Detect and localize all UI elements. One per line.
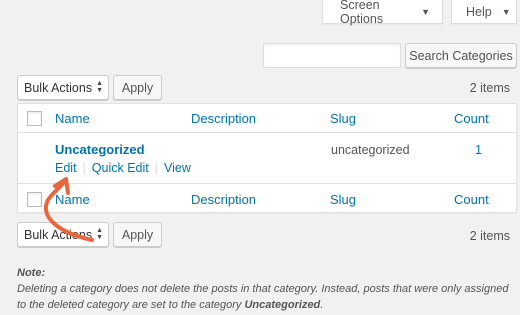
select-all-checkbox[interactable]	[27, 111, 42, 126]
edit-link[interactable]: Edit	[55, 161, 77, 175]
apply-button-top[interactable]: Apply	[113, 75, 162, 100]
screen-options-button[interactable]: Screen Options ▼	[322, 0, 443, 26]
category-count-link[interactable]: 1	[475, 143, 482, 157]
view-link[interactable]: View	[164, 161, 191, 175]
items-count-bottom: 2 items	[469, 229, 510, 243]
category-name-link[interactable]: Uncategorized	[55, 142, 145, 157]
column-description-footer[interactable]: Description	[191, 192, 256, 207]
note-text-end: .	[320, 299, 324, 311]
note-body: Deleting a category does not delete the …	[17, 281, 517, 313]
caret-down-icon: ▼	[501, 6, 511, 17]
apply-button-bottom[interactable]: Apply	[113, 222, 162, 247]
column-slug-footer[interactable]: Slug	[330, 192, 356, 207]
column-count[interactable]: Count	[454, 111, 489, 126]
table-header: Name Description Slug Count	[18, 104, 516, 133]
caret-down-icon: ▼	[421, 6, 430, 17]
bulk-actions-value: Bulk Actions	[24, 80, 93, 95]
categories-table: Name Description Slug Count Uncategorize…	[17, 103, 517, 213]
select-all-checkbox-footer[interactable]	[27, 192, 42, 207]
search-categories-button[interactable]: Search Categories	[405, 43, 517, 68]
row-actions: Edit | Quick Edit | View	[55, 161, 191, 175]
bulk-actions-value: Bulk Actions	[24, 227, 93, 242]
column-slug[interactable]: Slug	[330, 111, 356, 126]
column-description[interactable]: Description	[191, 111, 256, 126]
table-row: Uncategorized Edit | Quick Edit | View u…	[18, 133, 516, 183]
help-label: Help	[466, 4, 492, 19]
note-title: Note:	[17, 267, 46, 279]
column-count-footer[interactable]: Count	[454, 192, 489, 207]
category-note: Note: Deleting a category does not delet…	[17, 265, 517, 313]
note-bold-term: Uncategorized	[244, 299, 321, 311]
help-button[interactable]: Help ▼	[451, 0, 517, 24]
bulk-actions-select-bottom[interactable]: Bulk Actions ▲ ▼	[17, 222, 109, 247]
select-arrows-icon: ▲ ▼	[96, 80, 103, 94]
column-name[interactable]: Name	[55, 111, 90, 126]
table-footer: Name Description Slug Count	[18, 183, 516, 213]
items-count-top: 2 items	[469, 81, 510, 95]
quick-edit-link[interactable]: Quick Edit	[92, 161, 149, 175]
separator: |	[82, 161, 86, 175]
select-arrows-icon: ▲ ▼	[96, 227, 103, 241]
category-slug: uncategorized	[331, 143, 410, 157]
column-name-footer[interactable]: Name	[55, 192, 90, 207]
bulk-actions-select-top[interactable]: Bulk Actions ▲ ▼	[17, 75, 109, 100]
screen-options-label: Screen Options	[340, 0, 384, 26]
separator: |	[154, 161, 159, 175]
search-input[interactable]	[263, 43, 401, 68]
